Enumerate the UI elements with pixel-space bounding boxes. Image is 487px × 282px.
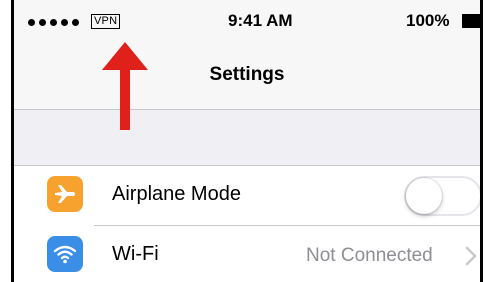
status-time: 9:41 AM [228,11,293,30]
section-spacer [14,110,480,166]
chevron-right-icon [465,246,477,271]
battery-percent: 100% [406,11,450,30]
red-arrow-up-icon [102,42,148,130]
settings-row-airplane-mode[interactable]: Airplane Mode [14,166,480,226]
airplane-icon [47,176,83,212]
vpn-indicator: VPN [91,14,121,29]
page-title: Settings [209,64,285,85]
airplane-mode-label: Airplane Mode [112,183,241,205]
toggle-knob [406,178,442,214]
airplane-mode-toggle[interactable] [404,176,480,216]
settings-row-wifi[interactable]: Wi-Fi Not Connected [14,226,480,282]
wifi-label: Wi-Fi [112,243,159,265]
battery-full-icon [462,14,480,28]
status-bar: VPN 9:41 AM 100% [14,0,480,36]
navigation-bar: Settings [14,36,480,110]
wifi-status-text: Not Connected [306,245,433,266]
signal-dots-icon [28,19,79,26]
phone-screen: VPN 9:41 AM 100% Settings Airplane Mode [11,0,483,282]
wifi-icon [47,236,83,272]
